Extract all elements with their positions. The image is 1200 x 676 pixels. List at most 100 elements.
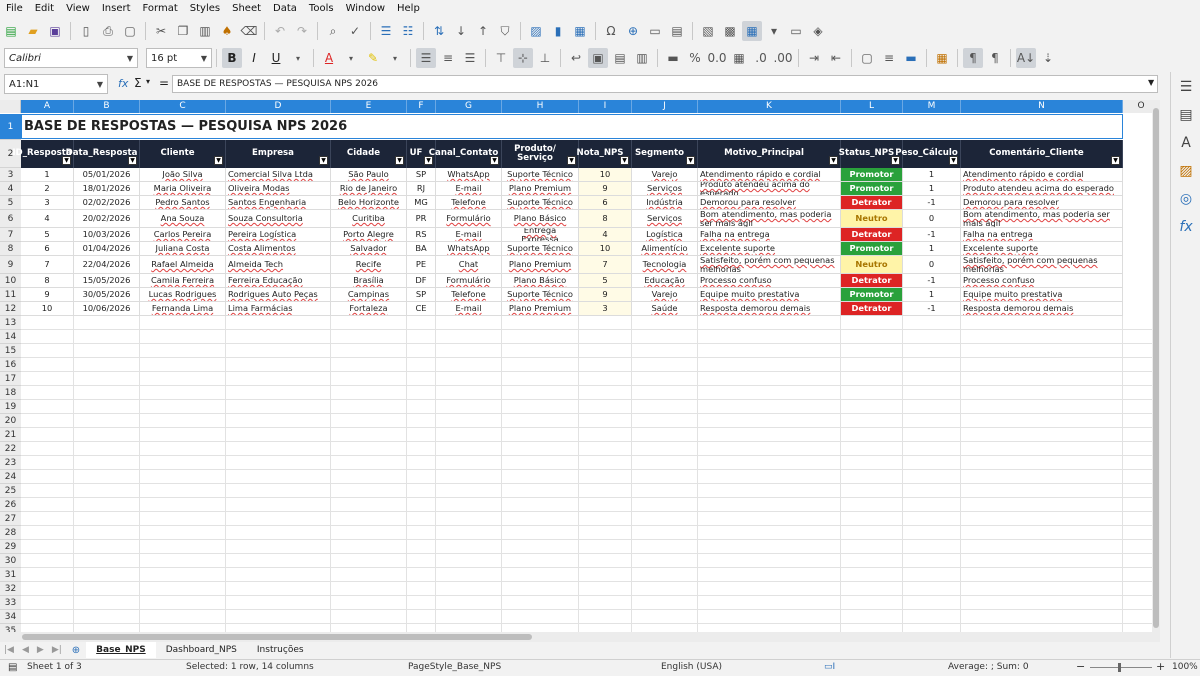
row-header-23[interactable]: 23 <box>0 456 21 470</box>
table-cell[interactable]: Varejo <box>632 168 698 182</box>
vertical-scrollbar[interactable] <box>1152 100 1160 632</box>
header-cell-motivo-principal[interactable]: Motivo_Principal ▼ <box>698 140 841 168</box>
row-header-4[interactable]: 4 <box>0 182 21 196</box>
borders-icon[interactable]: ▢ <box>857 48 877 68</box>
table-cell[interactable]: 9 <box>21 288 74 302</box>
sum-icon[interactable]: Σ <box>134 76 142 90</box>
tab-instru-es[interactable]: Instruções <box>247 642 314 658</box>
table-cell[interactable]: 10/03/2026 <box>74 228 140 242</box>
table-cell[interactable]: PR <box>407 210 436 228</box>
menu-item-file[interactable]: File <box>0 0 29 17</box>
table-cell[interactable]: Satisfeito, porém com pequenas melhorias <box>698 256 841 274</box>
column-header-j[interactable]: J <box>632 100 698 113</box>
bold-icon[interactable]: B <box>222 48 242 68</box>
status-badge[interactable]: Detrator <box>841 196 903 210</box>
header-cell-cliente[interactable]: Cliente ▼ <box>140 140 226 168</box>
new-document-icon[interactable]: ▤ <box>1 21 21 41</box>
align-right-icon[interactable]: ☰ <box>460 48 480 68</box>
table-cell[interactable]: 20/02/2026 <box>74 210 140 228</box>
column-header-a[interactable]: A <box>21 100 74 113</box>
table-cell[interactable]: Varejo <box>632 288 698 302</box>
table-cell[interactable]: 1 <box>903 242 961 256</box>
split-window-icon[interactable]: ▦ <box>742 21 762 41</box>
header-cell-nota-nps[interactable]: Nota_NPS ▼ <box>577 140 632 168</box>
header-cell-status-nps[interactable]: Status_NPS ▼ <box>839 140 903 168</box>
add-sheet-icon[interactable]: ⊕ <box>66 645 86 656</box>
formula-input[interactable]: BASE DE RESPOSTAS — PESQUISA NPS 2026 <box>172 75 1158 93</box>
clone-formatting-icon[interactable]: ♠ <box>217 21 237 41</box>
table-cell[interactable]: WhatsApp <box>436 242 502 256</box>
table-cell[interactable]: Atendimento rápido e cordial <box>961 168 1123 182</box>
table-cell[interactable]: Formulário <box>436 210 502 228</box>
table-cell[interactable]: 9 <box>579 288 632 302</box>
date-format-icon[interactable]: ▦ <box>729 48 749 68</box>
table-cell[interactable]: 1 <box>21 168 74 182</box>
table-cell[interactable]: Carlos Pereira <box>140 228 226 242</box>
table-cell[interactable]: Falha na entrega <box>961 228 1123 242</box>
styles-icon[interactable]: A <box>1177 134 1195 152</box>
column-header-c[interactable]: C <box>140 100 226 113</box>
table-cell[interactable]: Excelente suporte <box>961 242 1123 256</box>
column-header-g[interactable]: G <box>436 100 502 113</box>
right-to-left-icon[interactable]: ¶ <box>985 48 1005 68</box>
row-header-16[interactable]: 16 <box>0 358 21 372</box>
column-header-h[interactable]: H <box>502 100 579 113</box>
align-left-icon[interactable]: ☰ <box>416 48 436 68</box>
table-cell[interactable]: RS <box>407 228 436 242</box>
row-header-3[interactable]: 3 <box>0 168 21 182</box>
menu-item-window[interactable]: Window <box>340 0 391 17</box>
table-cell[interactable]: 15/05/2026 <box>74 274 140 288</box>
autofilter-dropdown-icon[interactable]: ▼ <box>490 156 499 165</box>
print-preview-icon[interactable]: ▢ <box>120 21 140 41</box>
table-cell[interactable]: 0 <box>903 210 961 228</box>
table-cell[interactable]: -1 <box>903 228 961 242</box>
table-cell[interactable]: Comercial Silva Ltda <box>226 168 331 182</box>
select-all-corner[interactable] <box>0 100 21 113</box>
menu-item-insert[interactable]: Insert <box>96 0 137 17</box>
export-pdf-icon[interactable]: ▯ <box>76 21 96 41</box>
table-cell[interactable]: Satisfeito, porém com pequenas melhorias <box>961 256 1123 274</box>
row-header-32[interactable]: 32 <box>0 582 21 596</box>
define-print-area-icon[interactable]: ▧ <box>698 21 718 41</box>
table-cell[interactable]: 10/06/2026 <box>74 302 140 316</box>
table-cell[interactable]: Ferreira Educação <box>226 274 331 288</box>
table-cell[interactable]: Lima Farmácias <box>226 302 331 316</box>
table-cell[interactable]: Curitiba <box>331 210 407 228</box>
table-cell[interactable]: Lucas Rodrigues <box>140 288 226 302</box>
row-header-33[interactable]: 33 <box>0 596 21 610</box>
row-header-10[interactable]: 10 <box>0 274 21 288</box>
table-cell[interactable]: -1 <box>903 302 961 316</box>
hyperlink-icon[interactable]: ⊕ <box>623 21 643 41</box>
table-cell[interactable]: -1 <box>903 196 961 210</box>
table-cell[interactable]: Atendimento rápido e cordial <box>698 168 841 182</box>
highlight-color-icon[interactable]: ✎ <box>363 48 383 68</box>
cut-icon[interactable]: ✂ <box>151 21 171 41</box>
row-header-21[interactable]: 21 <box>0 428 21 442</box>
table-cell[interactable]: 30/05/2026 <box>74 288 140 302</box>
table-cell[interactable]: BA <box>407 242 436 256</box>
align-bottom-icon[interactable]: ⊥ <box>535 48 555 68</box>
status-badge[interactable]: Promotor <box>841 168 903 182</box>
row-header-20[interactable]: 20 <box>0 414 21 428</box>
header-cell-canal-contato[interactable]: Canal_Contato ▼ <box>429 140 502 168</box>
sort-ascending-icon[interactable]: ↓ <box>451 21 471 41</box>
sheet-title-cell[interactable]: BASE DE RESPOSTAS — PESQUISA NPS 2026 <box>21 114 1123 139</box>
table-cell[interactable]: Plano Premium <box>502 182 579 196</box>
column-header-k[interactable]: K <box>698 100 841 113</box>
tab-scroll-prev-icon[interactable]: ◀ <box>18 645 33 655</box>
table-cell[interactable]: 2 <box>21 182 74 196</box>
autofilter-dropdown-icon[interactable]: ▼ <box>567 156 576 165</box>
table-cell[interactable]: Rafael Almeida <box>140 256 226 274</box>
split-dropdown-icon[interactable]: ▾ <box>764 21 784 41</box>
number-format-icon[interactable]: 0.0 <box>707 48 727 68</box>
row-header-25[interactable]: 25 <box>0 484 21 498</box>
table-cell[interactable]: Suporte Técnico <box>502 288 579 302</box>
column-header-b[interactable]: B <box>74 100 140 113</box>
table-cell[interactable]: Rio de Janeiro <box>331 182 407 196</box>
underline-icon[interactable]: U <box>266 48 286 68</box>
header-cell-data-resposta[interactable]: Data_Resposta ▼ <box>66 140 140 168</box>
percent-format-icon[interactable]: % <box>685 48 705 68</box>
align-center-icon[interactable]: ≡ <box>438 48 458 68</box>
table-cell[interactable]: Excelente suporte <box>698 242 841 256</box>
print-icon[interactable]: ⎙ <box>98 21 118 41</box>
